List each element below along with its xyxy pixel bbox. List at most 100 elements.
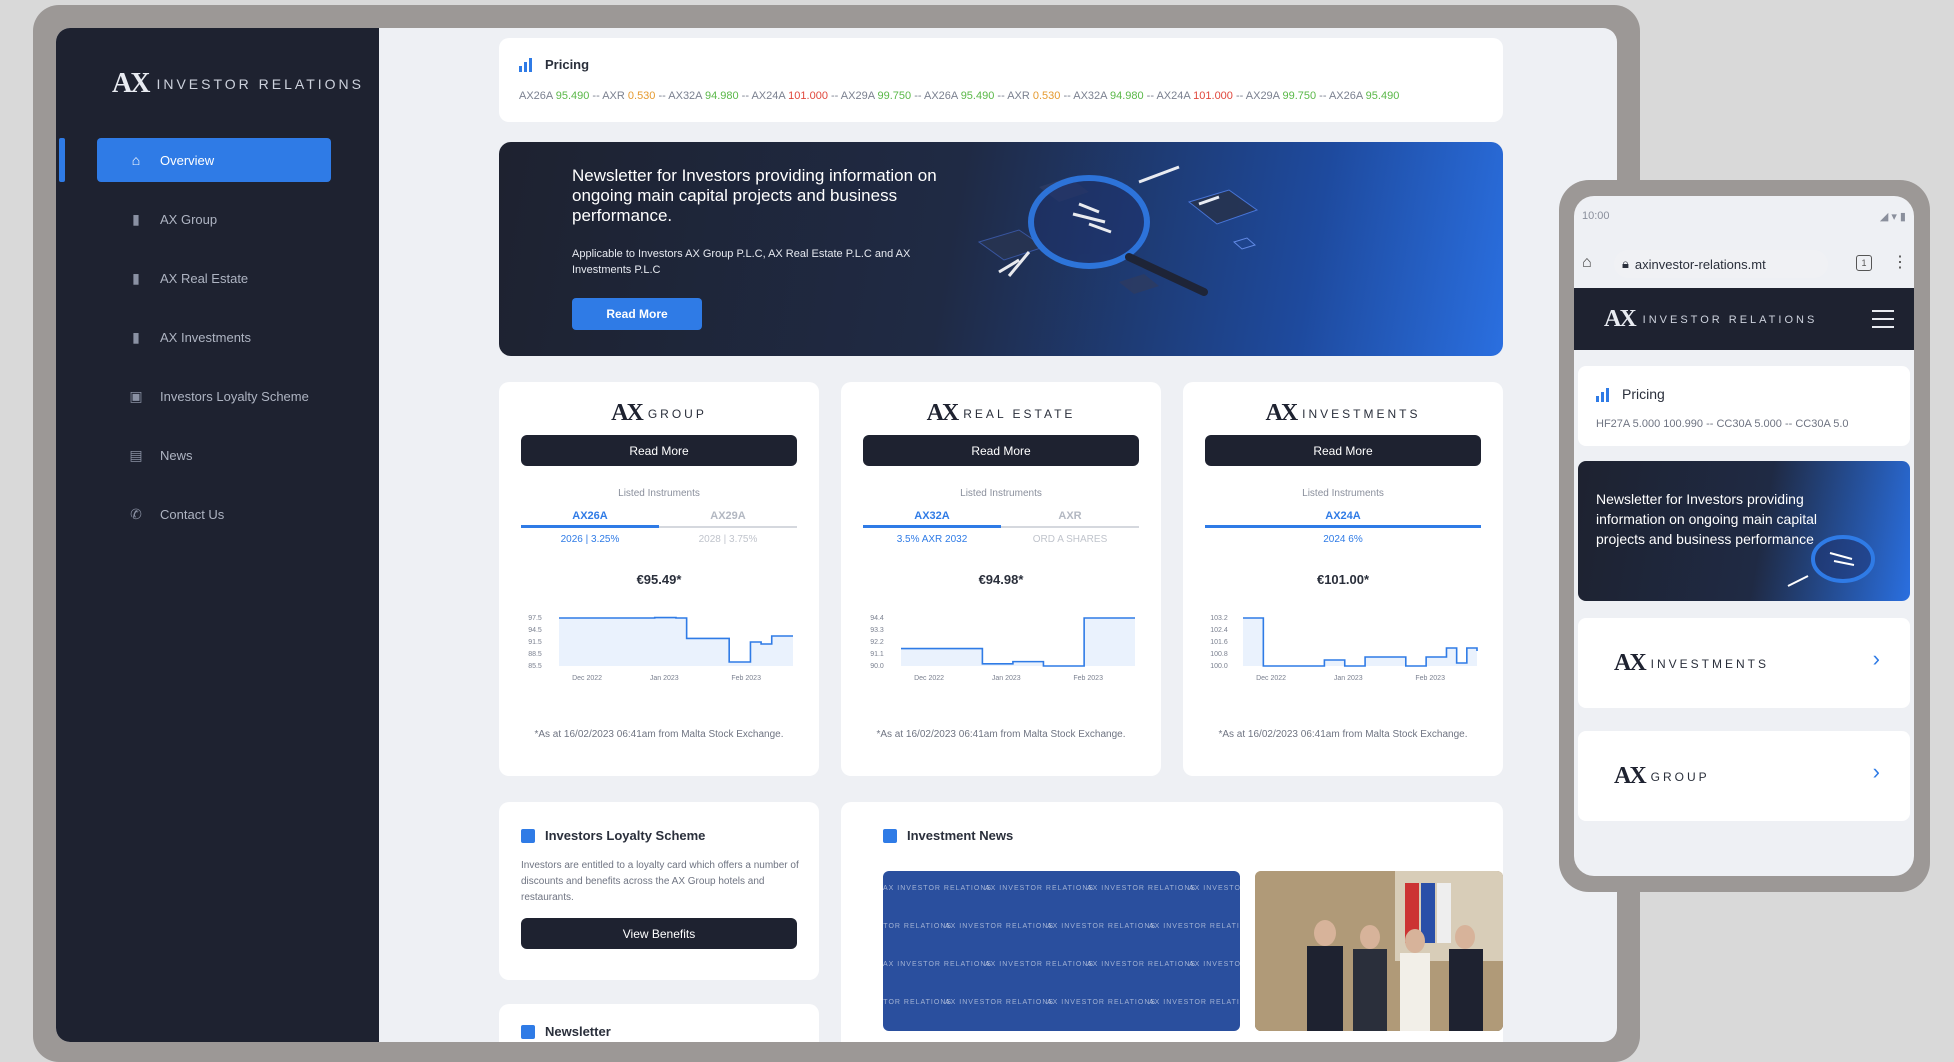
read-more-button[interactable]: Read More [1205, 435, 1481, 466]
mail-icon [521, 1024, 535, 1039]
ticker-symbol: AX29A [840, 90, 878, 102]
ticker-value: 94.980 [1109, 90, 1144, 102]
watermark-text: AX INVESTOR RELATIONS [1149, 923, 1240, 930]
sidebar-item-label: News [160, 447, 193, 463]
entity-logo: AX INVESTMENTS [1614, 650, 1769, 677]
tab-count-icon[interactable]: 1 [1856, 255, 1872, 271]
brand-logo[interactable]: AX INVESTOR RELATIONS [1604, 306, 1817, 333]
watermark-text: AX INVESTOR RELATIONS [883, 885, 993, 892]
tab-ax32a[interactable]: AX32A [863, 510, 1001, 528]
tab-subtitle: 2026 | 3.25% [560, 534, 620, 545]
instrument-tabs: AX32A AXR [863, 510, 1139, 528]
tab-ax24a[interactable]: AX24A [1205, 510, 1481, 528]
ticker-symbol: AX24A [1156, 90, 1194, 102]
view-benefits-button[interactable]: View Benefits [521, 918, 797, 949]
phone-card-investments[interactable]: AX INVESTMENTS › [1578, 618, 1910, 708]
watermark-text: AX INVESTOR RELATIONS [883, 961, 993, 968]
x-tick-label: Feb 2023 [1415, 675, 1445, 682]
watermark-text: AX INVESTOR RELATIONS [1189, 961, 1240, 968]
brand-name: INVESTOR RELATIONS [156, 76, 364, 92]
ticker-value: 95.490 [555, 90, 590, 102]
sidebar-item-contact[interactable]: ✆ Contact Us [56, 492, 379, 536]
tab-ax26a[interactable]: AX26A [521, 510, 659, 528]
ticker-item: AXR 0.530 [1007, 90, 1060, 102]
phone-card-group[interactable]: AX GROUP › [1578, 731, 1910, 821]
y-tick-label: 101.6 [1210, 639, 1228, 646]
brand-logo[interactable]: AX INVESTOR RELATIONS [112, 68, 364, 100]
building-icon: ▮ [132, 269, 140, 286]
hamburger-menu-icon[interactable] [1872, 310, 1894, 328]
sidebar-item-ax-real-estate[interactable]: ▮ AX Real Estate [56, 256, 379, 300]
phone-pricing-card: Pricing HF27A 5.000 100.990 -- CC30A 5.0… [1578, 366, 1910, 446]
phone-header: AX INVESTOR RELATIONS [1574, 288, 1914, 350]
phone-newsletter-banner[interactable]: Newsletter for Investors providing infor… [1578, 461, 1910, 601]
brand-mark: AX [1614, 763, 1647, 789]
ticker-separator: -- [589, 90, 603, 102]
more-vert-icon[interactable]: ⋮ [1892, 252, 1908, 272]
instrument-subtitles: 2024 6% [1205, 534, 1481, 545]
pricing-header: Pricing [519, 56, 589, 72]
entity-card-investments: AX INVESTMENTS Read More Listed Instrume… [1183, 382, 1503, 776]
watermark-text: AX INVESTOR RELATIONS [1047, 923, 1157, 930]
sidebar-item-loyalty[interactable]: ▣ Investors Loyalty Scheme [56, 374, 379, 418]
bar-chart-icon [1596, 386, 1612, 402]
watermark-text: AX INVESTOR RELATIONS [1087, 961, 1197, 968]
sidebar-item-overview[interactable]: ⌂ Overview [56, 138, 379, 182]
tab-ax29a[interactable]: AX29A [659, 510, 797, 526]
x-tick-label: Dec 2022 [1256, 675, 1286, 682]
y-tick-label: 97.5 [528, 615, 542, 622]
signal-icons: ◢ ▾ ▮ [1879, 211, 1906, 223]
read-more-button[interactable]: Read More [521, 435, 797, 466]
home-icon[interactable]: ⌂ [1582, 254, 1592, 272]
news-image-backdrop[interactable]: AX INVESTOR RELATIONS AX INVESTOR RELATIO… [883, 871, 1240, 1031]
entity-logo: AX GROUP [499, 400, 819, 427]
sidebar-item-label: AX Group [160, 211, 218, 227]
sidebar-item-label: Overview [160, 152, 215, 168]
ticker-separator: -- [827, 90, 841, 102]
x-tick-label: Feb 2023 [731, 675, 761, 682]
x-tick-label: Jan 2023 [1334, 675, 1363, 682]
url-text: axinvestor-relations.mt [1634, 256, 1766, 272]
loyalty-title: Investors Loyalty Scheme [545, 828, 706, 843]
chevron-right-icon: › [1872, 759, 1880, 784]
news-image-photo[interactable] [1255, 871, 1503, 1031]
listed-instruments-label: Listed Instruments [960, 488, 1042, 499]
ticker-item: AX29A 99.750 [841, 90, 911, 102]
chart-area [1243, 618, 1477, 666]
entity-card-group: AX GROUP Read More Listed Instruments AX… [499, 382, 819, 776]
investment-news-card: Investment News AX INVESTOR RELATIONS AX … [841, 802, 1503, 1042]
ticker-symbol: AX26A [1328, 90, 1366, 102]
ticker-symbol: AXR [602, 90, 628, 102]
sidebar-item-label: AX Real Estate [160, 270, 249, 286]
watermark-text: AX INVESTOR RELATIONS [985, 961, 1095, 968]
url-field[interactable]: 🔒︎ axinvestor-relations.mt [1614, 250, 1828, 278]
ticker-separator: -- [1316, 90, 1329, 102]
banner-read-more-button[interactable]: Read More [572, 298, 702, 330]
sidebar-item-ax-investments[interactable]: ▮ AX Investments [56, 315, 379, 359]
as-of-note: *As at 16/02/2023 06:41am from Malta Sto… [534, 729, 784, 740]
loyalty-text: Investors are entitled to a loyalty card… [521, 860, 799, 903]
ticker-item: AX24A 101.000 [751, 90, 827, 102]
instrument-price: €95.49* [636, 572, 682, 587]
newsletter-card: Newsletter [499, 1004, 819, 1042]
phone-banner-text: Newsletter for Investors providing infor… [1596, 491, 1818, 547]
listed-instruments-label: Listed Instruments [618, 488, 700, 499]
tab-axr[interactable]: AXR [1001, 510, 1139, 526]
read-more-button[interactable]: Read More [863, 435, 1139, 466]
chevron-right-icon: › [1872, 646, 1880, 671]
watermark-text: AX INVESTOR RELATIONS [1087, 885, 1197, 892]
sidebar-item-news[interactable]: ▤ News [56, 433, 379, 477]
ticker-separator: -- [1232, 90, 1246, 102]
ticker-separator: -- [738, 90, 752, 102]
ticker-value: 99.750 [1282, 90, 1317, 102]
home-icon: ⌂ [131, 152, 141, 168]
ticker-item: AX29A 99.750 [1246, 90, 1316, 102]
ticker-separator: -- [994, 90, 1008, 102]
sidebar-item-label: AX Investments [160, 329, 252, 345]
y-tick-label: 91.1 [870, 651, 884, 658]
price-ticker: AX26A 95.490 -- AXR 0.530 -- AX32A 94.98… [519, 90, 1489, 102]
instrument-price: €94.98* [978, 572, 1024, 587]
phone-pricing-header: Pricing [1596, 386, 1665, 402]
instrument-tabs: AX26A AX29A [521, 510, 797, 528]
sidebar-item-ax-group[interactable]: ▮ AX Group [56, 197, 379, 241]
